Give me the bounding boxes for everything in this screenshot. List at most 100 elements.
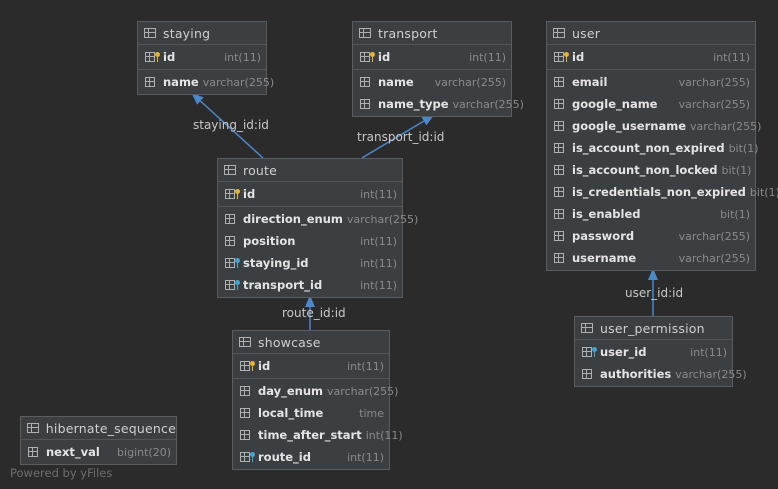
column-name: transport_id [243, 278, 323, 292]
column-icon [554, 142, 566, 154]
table-header[interactable]: staying [138, 22, 266, 45]
primary-key-icon [145, 51, 160, 63]
column-row[interactable]: next_val bigint(20) [21, 441, 176, 463]
table-user-permission[interactable]: user_permission user_id int(11) authoritie… [574, 316, 747, 387]
column-icon [240, 385, 252, 397]
column-type: int(11) [360, 187, 397, 201]
table-header[interactable]: route [218, 159, 402, 182]
column-name: day_enum [258, 384, 324, 398]
table-name: hibernate_sequence [45, 420, 176, 436]
column-row[interactable]: username varchar(255) [547, 247, 755, 269]
table-header[interactable]: showcase [233, 331, 389, 354]
column-name: google_name [572, 97, 658, 111]
column-name: id [258, 359, 271, 373]
column-row[interactable]: name varchar(255) [353, 71, 511, 93]
column-row[interactable]: user_id int(11) [575, 341, 732, 363]
column-type: varchar(255) [202, 75, 275, 89]
table-header[interactable]: user_permission [575, 317, 732, 340]
column-row[interactable]: name_type varchar(255) [353, 93, 524, 115]
table-icon [581, 323, 593, 333]
table-header[interactable]: hibernate_sequence [21, 417, 176, 440]
column-row[interactable]: is_account_non_locked bit(1) [547, 159, 755, 181]
table-route[interactable]: route id int(11) direction_enum varchar(255… [217, 158, 418, 298]
column-name: name [163, 75, 199, 89]
column-name: is_enabled [572, 207, 641, 221]
table-name: transport [378, 25, 438, 41]
column-type: bigint(20) [117, 445, 171, 459]
column-row[interactable]: id int(11) [353, 46, 511, 68]
column-name: next_val [46, 445, 100, 459]
column-type: int(11) [347, 450, 384, 464]
table-name: user_permission [600, 320, 705, 336]
column-section: day_enum varchar(255) local_time time time_a… [233, 379, 403, 469]
column-row[interactable]: id int(11) [547, 46, 755, 68]
column-row[interactable]: password varchar(255) [547, 225, 755, 247]
table-staying[interactable]: staying id int(11) name varchar(255) [137, 21, 274, 95]
table-icon [359, 28, 371, 38]
column-type: bit(1) [728, 141, 759, 155]
column-type: int(11) [360, 234, 397, 248]
table-name: route [243, 162, 278, 178]
column-name: name [378, 75, 414, 89]
column-type: bit(1) [749, 185, 778, 199]
column-row[interactable]: name varchar(255) [138, 71, 274, 93]
column-name: staying_id [243, 256, 309, 270]
column-row[interactable]: id int(11) [138, 46, 266, 68]
column-type: int(11) [360, 256, 397, 270]
column-name: route_id [258, 450, 311, 464]
column-row[interactable]: staying_id int(11) [218, 252, 402, 274]
column-icon [240, 429, 252, 441]
column-row[interactable]: google_username varchar(255) [547, 115, 761, 137]
table-showcase[interactable]: showcase id int(11) day_enum varchar(255) lo… [232, 330, 403, 470]
column-row[interactable]: is_enabled bit(1) [547, 203, 755, 225]
column-icon [225, 213, 237, 225]
table-header[interactable]: transport [353, 22, 511, 45]
column-icon [360, 76, 372, 88]
table-name: user [572, 25, 601, 41]
column-section: name varchar(255) [138, 70, 274, 94]
column-name: name_type [378, 97, 449, 111]
column-row[interactable]: transport_id int(11) [218, 274, 402, 296]
column-name: is_account_non_locked [572, 163, 718, 177]
table-icon [144, 28, 156, 38]
column-icon [240, 407, 252, 419]
column-row[interactable]: time_after_start int(11) [233, 424, 403, 446]
column-name: email [572, 75, 608, 89]
column-icon [554, 120, 566, 132]
column-name: is_credentials_non_expired [572, 185, 746, 199]
column-name: local_time [258, 406, 324, 420]
column-icon [554, 164, 566, 176]
column-section: id int(11) [233, 354, 389, 379]
column-row[interactable]: local_time time [233, 402, 389, 424]
column-section: id int(11) [353, 45, 511, 70]
column-type: varchar(255) [678, 229, 750, 243]
column-type: varchar(255) [434, 75, 506, 89]
column-icon [554, 186, 566, 198]
column-icon [582, 368, 594, 380]
table-icon [27, 423, 39, 433]
table-header[interactable]: user [547, 22, 755, 45]
column-row[interactable]: id int(11) [233, 355, 389, 377]
column-row[interactable]: is_account_non_expired bit(1) [547, 137, 759, 159]
column-type: bit(1) [721, 163, 752, 177]
column-type: int(11) [224, 50, 261, 64]
column-row[interactable]: id int(11) [218, 183, 402, 205]
column-type: varchar(255) [678, 97, 750, 111]
column-row[interactable]: authorities varchar(255) [575, 363, 747, 385]
column-type: int(11) [347, 359, 384, 373]
primary-key-icon [240, 360, 255, 372]
column-row[interactable]: email varchar(255) [547, 71, 755, 93]
table-transport[interactable]: transport id int(11) name varchar(255) name_… [352, 21, 524, 117]
column-row[interactable]: is_credentials_non_expired bit(1) [547, 181, 778, 203]
table-hibernate-sequence[interactable]: hibernate_sequence next_val bigint(20) [20, 416, 177, 465]
column-row[interactable]: position int(11) [218, 230, 402, 252]
column-name: id [572, 50, 585, 64]
column-row[interactable]: route_id int(11) [233, 446, 389, 468]
column-row[interactable]: direction_enum varchar(255) [218, 208, 418, 230]
column-type: int(11) [365, 428, 403, 442]
column-type: int(11) [713, 50, 750, 64]
column-row[interactable]: google_name varchar(255) [547, 93, 755, 115]
column-section: id int(11) [138, 45, 266, 70]
table-user[interactable]: user id int(11) email varchar(255) google_na… [546, 21, 778, 271]
column-row[interactable]: day_enum varchar(255) [233, 380, 398, 402]
